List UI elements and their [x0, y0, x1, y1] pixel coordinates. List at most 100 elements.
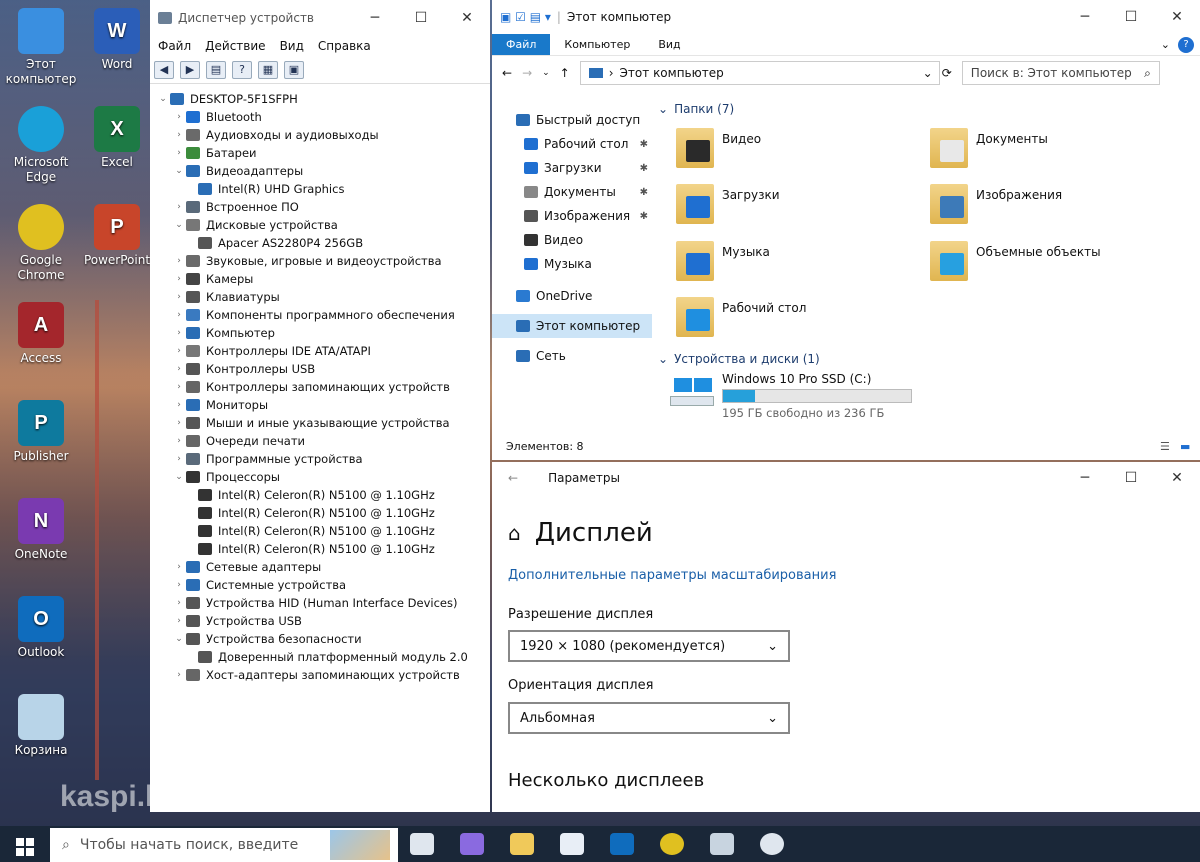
maximize-button[interactable]: ☐ [398, 10, 444, 26]
desktop-icon[interactable]: P PowerPoint [78, 204, 156, 268]
chevron-right-icon[interactable]: › [172, 202, 186, 212]
menu-help[interactable]: Справка [318, 39, 371, 53]
help-icon[interactable]: ? [232, 60, 252, 79]
chevron-right-icon[interactable]: › [172, 580, 186, 590]
ribbon-tab-computer[interactable]: Компьютер [550, 34, 644, 55]
close-button[interactable]: ✕ [1154, 470, 1200, 486]
drive-c[interactable]: Windows 10 Pro SSD (C:) 195 ГБ свободно … [670, 372, 912, 420]
device-tree-item[interactable]: › Аудиовходы и аудиовыходы [150, 126, 490, 144]
maximize-button[interactable]: ☐ [1108, 470, 1154, 486]
chevron-right-icon[interactable]: › [172, 616, 186, 626]
device-tree-item[interactable]: Intel(R) Celeron(R) N5100 @ 1.10GHz [150, 522, 490, 540]
chevron-right-icon[interactable]: › [172, 436, 186, 446]
chevron-down-icon[interactable]: ⌄ [172, 166, 186, 176]
copilot-icon[interactable] [460, 833, 484, 855]
desktop-icon[interactable]: Microsoft Edge [2, 106, 80, 185]
menu-action[interactable]: Действие [205, 39, 265, 53]
ribbon-tab-file[interactable]: Файл [492, 34, 551, 55]
chevron-right-icon[interactable]: › [172, 364, 186, 374]
start-button[interactable] [16, 838, 34, 856]
device-tree-item[interactable]: › Батареи [150, 144, 490, 162]
device-tree-item[interactable]: › Устройства USB [150, 612, 490, 630]
chevron-right-icon[interactable]: › [172, 562, 186, 572]
settings-icon[interactable] [760, 833, 784, 855]
nav-item[interactable]: Изображения ✱ [492, 204, 652, 228]
folder-item[interactable]: Рабочий стол [676, 297, 806, 337]
device-tree-item[interactable]: › Сетевые адаптеры [150, 558, 490, 576]
chevron-right-icon[interactable]: › [172, 454, 186, 464]
chevron-down-icon[interactable]: ⌄ [156, 94, 170, 104]
device-tree-item[interactable]: › Контроллеры USB [150, 360, 490, 378]
device-tree-item[interactable]: › Контроллеры запоминающих устройств [150, 378, 490, 396]
folder-item[interactable]: Музыка [676, 241, 770, 281]
outlook-icon[interactable] [610, 833, 634, 855]
device-tree-item[interactable]: › Программные устройства [150, 450, 490, 468]
back-arrow-icon[interactable]: ← [502, 66, 512, 80]
forward-arrow-icon[interactable]: → [522, 66, 532, 80]
menu-view[interactable]: Вид [280, 39, 304, 53]
nav-item[interactable]: Рабочий стол ✱ [492, 132, 652, 156]
desktop-icon[interactable]: P Publisher [2, 400, 80, 464]
folder-item[interactable]: Изображения [930, 184, 1062, 224]
device-tree-item[interactable]: › Мыши и иные указывающие устройства [150, 414, 490, 432]
device-tree-item[interactable]: › Системные устройства [150, 576, 490, 594]
chevron-right-icon[interactable]: › [172, 598, 186, 608]
pin-icon[interactable]: ✱ [640, 187, 648, 198]
pin-icon[interactable]: ✱ [640, 139, 648, 150]
nav-item[interactable]: OneDrive [492, 284, 652, 308]
details-view-icon[interactable]: ☰ [1160, 440, 1170, 453]
chevron-right-icon[interactable]: › [172, 670, 186, 680]
device-tree-item[interactable]: ⌄ Дисковые устройства [150, 216, 490, 234]
device-tree-item[interactable]: ⌄ Устройства безопасности [150, 630, 490, 648]
minimize-button[interactable]: ─ [1062, 9, 1108, 25]
device-tree-item[interactable]: Intel(R) Celeron(R) N5100 @ 1.10GHz [150, 504, 490, 522]
tree-root[interactable]: ⌄ DESKTOP-5F1SFPH [150, 90, 490, 108]
back-arrow-icon[interactable]: ← [508, 471, 518, 485]
search-input[interactable]: Поиск в: Этот компьютер ⌕ [961, 61, 1160, 85]
device-tree-item[interactable]: › Компьютер [150, 324, 490, 342]
folder-item[interactable]: Объемные объекты [930, 241, 1101, 281]
device-tree-item[interactable]: Intel(R) Celeron(R) N5100 @ 1.10GHz [150, 486, 490, 504]
device-tree-item[interactable]: › Контроллеры IDE ATA/ATAPI [150, 342, 490, 360]
task-view-icon[interactable] [410, 833, 434, 855]
file-explorer-icon[interactable] [510, 833, 534, 855]
desktop-icon[interactable]: Корзина [2, 694, 80, 758]
nav-item[interactable]: Видео [492, 228, 652, 252]
close-button[interactable]: ✕ [444, 10, 490, 26]
maximize-button[interactable]: ☐ [1108, 9, 1154, 25]
taskbar-search[interactable]: ⌕ Чтобы начать поиск, введите [50, 828, 398, 862]
nav-item[interactable]: Сеть [492, 344, 652, 368]
device-tree-item[interactable]: › Хост-адаптеры запоминающих устройств [150, 666, 490, 684]
device-tree-item[interactable]: › Клавиатуры [150, 288, 490, 306]
chevron-right-icon[interactable]: › [172, 112, 186, 122]
nav-item[interactable]: Загрузки ✱ [492, 156, 652, 180]
nav-item[interactable]: Быстрый доступ [492, 108, 652, 132]
device-tree-item[interactable]: ⌄ Видеоадаптеры [150, 162, 490, 180]
folder-item[interactable]: Видео [676, 128, 761, 168]
chevron-right-icon[interactable]: › [172, 418, 186, 428]
resolution-dropdown[interactable]: 1920 × 1080 (рекомендуется) ⌄ [508, 630, 790, 662]
device-tree-item[interactable]: › Очереди печати [150, 432, 490, 450]
desktop-icon[interactable]: W Word [78, 8, 156, 72]
up-arrow-icon[interactable]: ↑ [560, 66, 570, 80]
device-tree-item[interactable]: › Звуковые, игровые и видеоустройства [150, 252, 490, 270]
device-tree-item[interactable]: ⌄ Процессоры [150, 468, 490, 486]
quick-access-toolbar-icon[interactable]: ▣ ☑ ▤ ▾ [500, 10, 551, 24]
desktop-icon[interactable]: X Excel [78, 106, 156, 170]
desktop-icon[interactable]: A Access [2, 302, 80, 366]
device-tree-item[interactable]: Intel(R) UHD Graphics [150, 180, 490, 198]
chevron-down-icon[interactable]: ⌄ [172, 472, 186, 482]
device-tree-item[interactable]: › Устройства HID (Human Interface Devices… [150, 594, 490, 612]
folder-item[interactable]: Загрузки [676, 184, 780, 224]
back-arrow-icon[interactable]: ◀ [154, 60, 174, 79]
chrome-icon[interactable] [660, 833, 684, 855]
nav-item[interactable]: Этот компьютер [492, 314, 652, 338]
device-tree-item[interactable]: › Встроенное ПО [150, 198, 490, 216]
forward-arrow-icon[interactable]: ▶ [180, 60, 200, 79]
chevron-right-icon[interactable]: › [172, 382, 186, 392]
chevron-down-icon[interactable]: ⌄ [172, 634, 186, 644]
device-tree-item[interactable]: Apacer AS2280P4 256GB [150, 234, 490, 252]
help-icon[interactable]: ? [1178, 36, 1194, 53]
device-tree-item[interactable]: Доверенный платформенный модуль 2.0 [150, 648, 490, 666]
chevron-right-icon[interactable]: › [172, 328, 186, 338]
